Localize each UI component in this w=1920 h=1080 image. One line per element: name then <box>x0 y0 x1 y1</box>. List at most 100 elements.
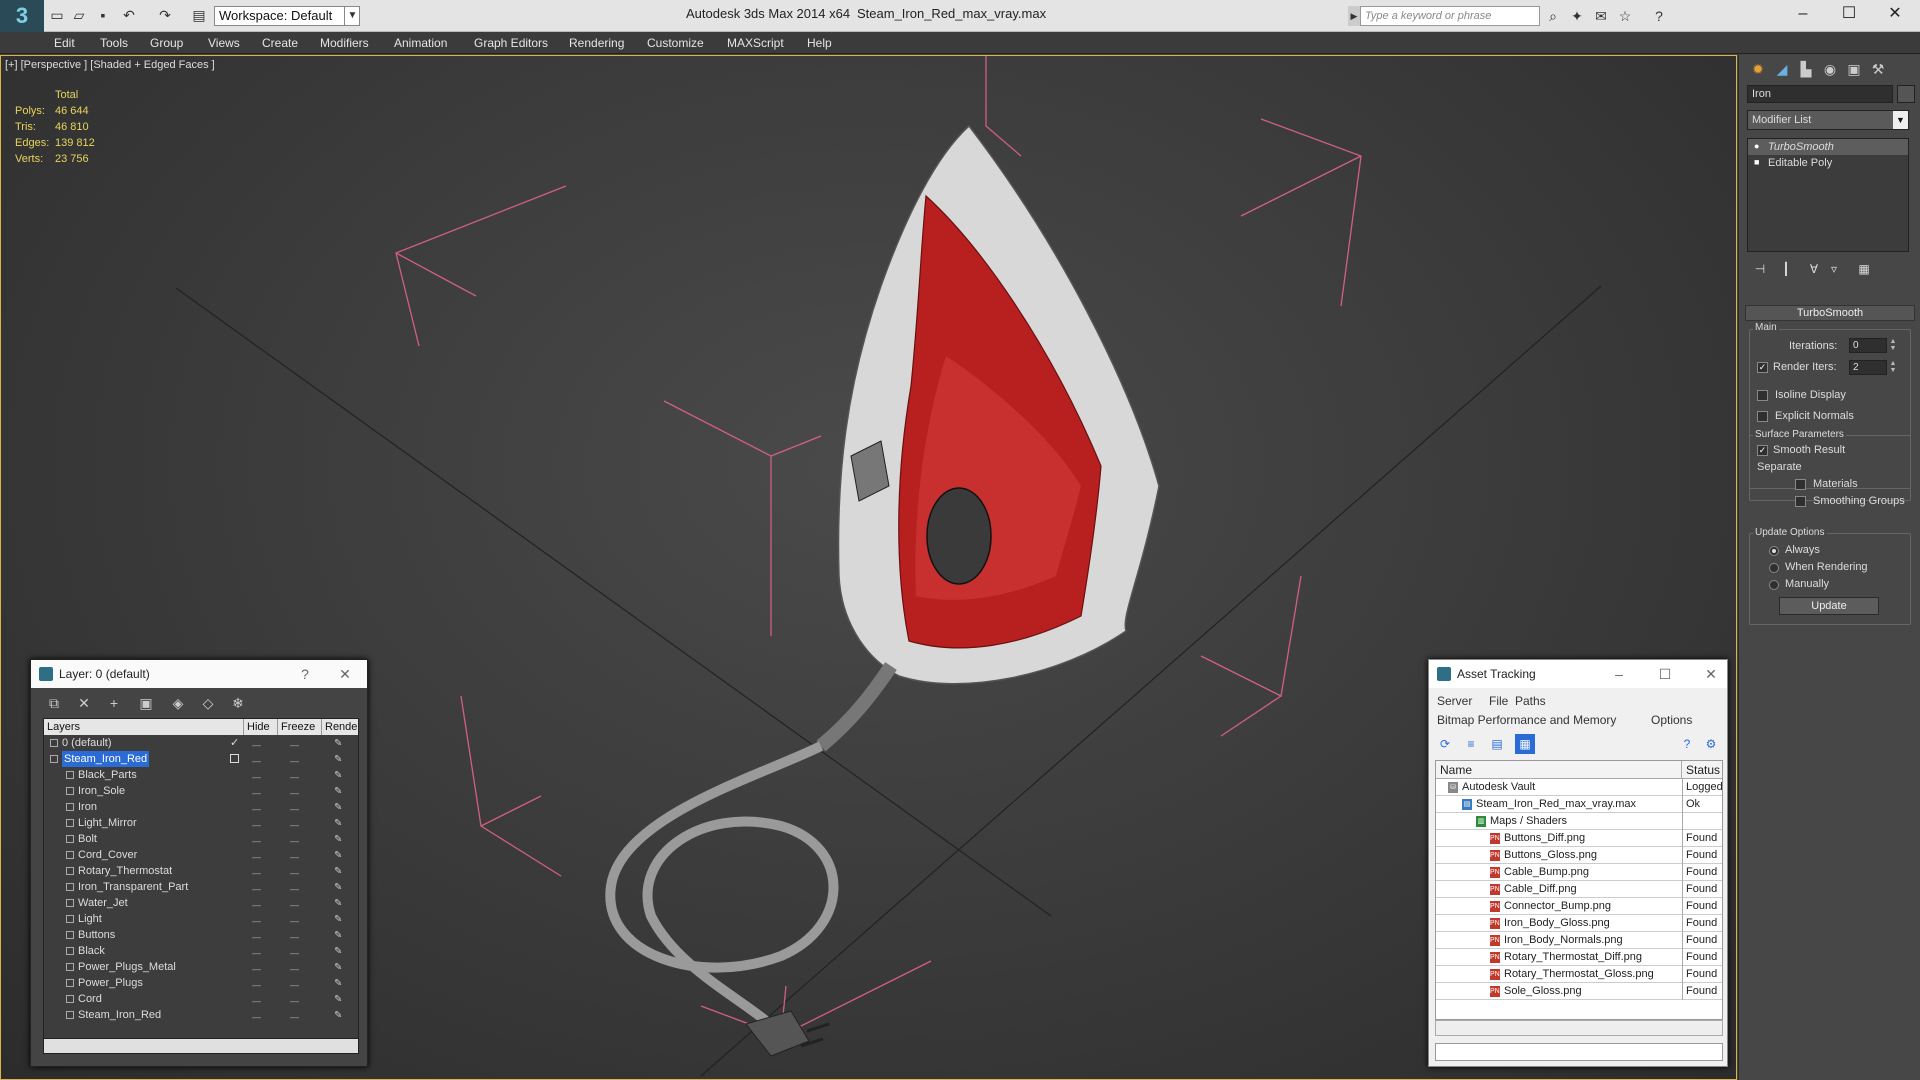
object-name-field[interactable]: Iron <box>1747 85 1893 103</box>
add-to-layer-icon[interactable]: + <box>103 693 125 713</box>
steam-iron-model[interactable] <box>605 124 1160 1057</box>
menu-maxscript[interactable]: MAXScript <box>727 36 784 50</box>
smoothing-groups-checkbox[interactable] <box>1795 496 1806 507</box>
hierarchy-tab-icon[interactable]: ▙ <box>1795 58 1817 80</box>
status-column-header[interactable]: Status <box>1682 761 1722 779</box>
always-radio[interactable] <box>1769 546 1779 556</box>
list-view-icon[interactable]: ≡ <box>1461 734 1481 754</box>
menu-help[interactable]: Help <box>807 36 832 50</box>
project-folder-icon[interactable]: ▤ <box>190 6 208 24</box>
render-iters-checkbox[interactable]: ✓ <box>1757 362 1768 373</box>
object-color-swatch[interactable] <box>1897 85 1915 103</box>
asset-dialog-titlebar[interactable]: Asset Tracking – ☐ ✕ <box>1429 660 1727 688</box>
menu-options[interactable]: Options <box>1651 713 1692 727</box>
spinner-arrows-icon[interactable]: ▲ ▼ <box>1889 338 1897 353</box>
layers-column-header[interactable]: Layers <box>44 719 244 735</box>
lightbulb-icon[interactable]: ● <box>1754 141 1762 151</box>
menu-animation[interactable]: Animation <box>394 36 447 50</box>
layer-row[interactable]: Iron_Transparent_Part — — ✎ <box>44 879 358 896</box>
layer-row[interactable]: Power_Plugs_Metal — — ✎ <box>44 959 358 976</box>
layer-name[interactable]: Buttons <box>78 927 115 943</box>
render-toggle-icon[interactable]: ✎ <box>334 944 348 960</box>
asset-row[interactable]: PNG Rotary_Thermostat_Diff.png Found <box>1436 949 1722 966</box>
layer-row[interactable]: 0 (default) ✓ — — ✎ <box>44 735 358 751</box>
layer-row[interactable]: Iron — — ✎ <box>44 799 358 815</box>
update-button[interactable]: Update <box>1779 597 1879 615</box>
active-layer-check-icon[interactable]: ✓ <box>230 735 239 751</box>
explicit-normals-checkbox[interactable] <box>1757 411 1768 422</box>
layer-name[interactable]: Bolt <box>78 831 97 847</box>
asset-row[interactable]: ⛁ Autodesk Vault Logged <box>1436 779 1722 796</box>
layer-name[interactable]: Iron <box>78 799 97 815</box>
table-view-icon[interactable]: ▦ <box>1515 734 1535 754</box>
stack-item-editable-poly[interactable]: ■ Editable Poly <box>1748 155 1908 171</box>
render-toggle-icon[interactable]: ✎ <box>334 992 348 1008</box>
layer-name[interactable]: Black_Parts <box>78 767 137 783</box>
asset-row[interactable]: PNG Cable_Diff.png Found <box>1436 881 1722 898</box>
render-toggle-icon[interactable]: ✎ <box>334 960 348 976</box>
configure-modifier-sets-icon[interactable]: ▦ <box>1855 260 1873 278</box>
active-layer-toggle-icon[interactable] <box>230 754 239 763</box>
hide-all-icon[interactable]: ◇ <box>197 693 219 713</box>
help-icon[interactable]: ? <box>1650 7 1668 25</box>
open-file-icon[interactable]: ▱ <box>70 6 88 24</box>
render-toggle-icon[interactable]: ✎ <box>334 832 348 848</box>
menu-group[interactable]: Group <box>150 36 183 50</box>
redo-icon[interactable]: ↷ <box>156 6 174 24</box>
menu-views[interactable]: Views <box>208 36 240 50</box>
layer-name[interactable]: Cord <box>78 991 102 1007</box>
freeze-toggle-icon[interactable]: — <box>290 1009 304 1025</box>
stack-item-turbosmooth[interactable]: ● TurboSmooth <box>1748 139 1908 155</box>
menu-server[interactable]: Server <box>1437 694 1472 708</box>
close-icon[interactable]: ✕ <box>1697 660 1725 688</box>
workspace-dropdown[interactable]: Workspace: Default <box>214 6 360 26</box>
delete-layer-icon[interactable]: ✕ <box>73 693 95 713</box>
utilities-tab-icon[interactable]: ⚒ <box>1867 58 1889 80</box>
binoculars-icon[interactable]: ⌕ <box>1544 7 1562 25</box>
menu-bitmap-performance[interactable]: Bitmap Performance and Memory <box>1437 713 1616 727</box>
menu-rendering[interactable]: Rendering <box>569 36 624 50</box>
render-toggle-icon[interactable]: ✎ <box>334 1008 348 1024</box>
horizontal-scrollbar[interactable] <box>43 1038 359 1054</box>
when-rendering-radio[interactable] <box>1769 563 1779 573</box>
minimize-icon[interactable]: – <box>1605 660 1633 688</box>
make-unique-icon[interactable]: ∀ <box>1805 260 1823 278</box>
render-toggle-icon[interactable]: ✎ <box>334 880 348 896</box>
communication-icon[interactable]: ✉ <box>1592 7 1610 25</box>
layer-name[interactable]: Steam_Iron_Red <box>62 751 150 767</box>
render-column-header[interactable]: Render <box>322 719 358 735</box>
asset-row[interactable]: ▥ Maps / Shaders <box>1436 813 1722 830</box>
asset-row[interactable]: ▤ Steam_Iron_Red_max_vray.max Ok <box>1436 796 1722 813</box>
layer-row[interactable]: Black — — ✎ <box>44 943 358 960</box>
thumbnail-view-icon[interactable]: ▤ <box>1487 734 1507 754</box>
layer-name[interactable]: Rotary_Thermostat <box>78 863 172 879</box>
create-tab-icon[interactable]: ✹ <box>1747 58 1769 80</box>
smooth-result-checkbox[interactable]: ✓ <box>1757 445 1768 456</box>
maximize-button[interactable]: ☐ <box>1826 0 1872 30</box>
layer-dialog-titlebar[interactable]: Layer: 0 (default) ? ✕ <box>31 660 367 688</box>
help-icon[interactable]: ? <box>291 660 319 688</box>
hide-toggle-icon[interactable]: — <box>252 1009 266 1025</box>
layer-name[interactable]: Light <box>78 911 102 927</box>
iterations-spinner[interactable]: 0 <box>1849 338 1887 353</box>
render-toggle-icon[interactable]: ✎ <box>334 912 348 928</box>
isoline-display-checkbox[interactable] <box>1757 390 1768 401</box>
layer-row[interactable]: Black_Parts — — ✎ <box>44 767 358 783</box>
remove-modifier-icon[interactable]: ▿ <box>1825 260 1843 278</box>
render-iters-spinner[interactable]: 2 <box>1849 360 1887 375</box>
layer-row[interactable]: Iron_Sole — — ✎ <box>44 783 358 799</box>
render-toggle-icon[interactable]: ✎ <box>334 928 348 944</box>
layer-name[interactable]: Black <box>78 943 105 959</box>
highlight-selected-icon[interactable]: ◈ <box>167 693 189 713</box>
save-icon[interactable]: ▪ <box>94 6 112 24</box>
search-input[interactable]: Type a keyword or phrase <box>1360 6 1540 26</box>
motion-tab-icon[interactable]: ◉ <box>1819 58 1841 80</box>
render-toggle-icon[interactable]: ✎ <box>334 976 348 992</box>
render-toggle-icon[interactable]: ✎ <box>334 848 348 864</box>
chevron-down-icon[interactable]: ▼ <box>1893 111 1908 129</box>
hide-column-header[interactable]: Hide <box>244 719 278 735</box>
freeze-all-icon[interactable]: ❄ <box>227 693 249 713</box>
asset-row[interactable]: PNG Buttons_Gloss.png Found <box>1436 847 1722 864</box>
menu-edit[interactable]: Edit <box>54 36 75 50</box>
layer-row[interactable]: Steam_Iron_Red — — ✎ <box>44 751 358 767</box>
